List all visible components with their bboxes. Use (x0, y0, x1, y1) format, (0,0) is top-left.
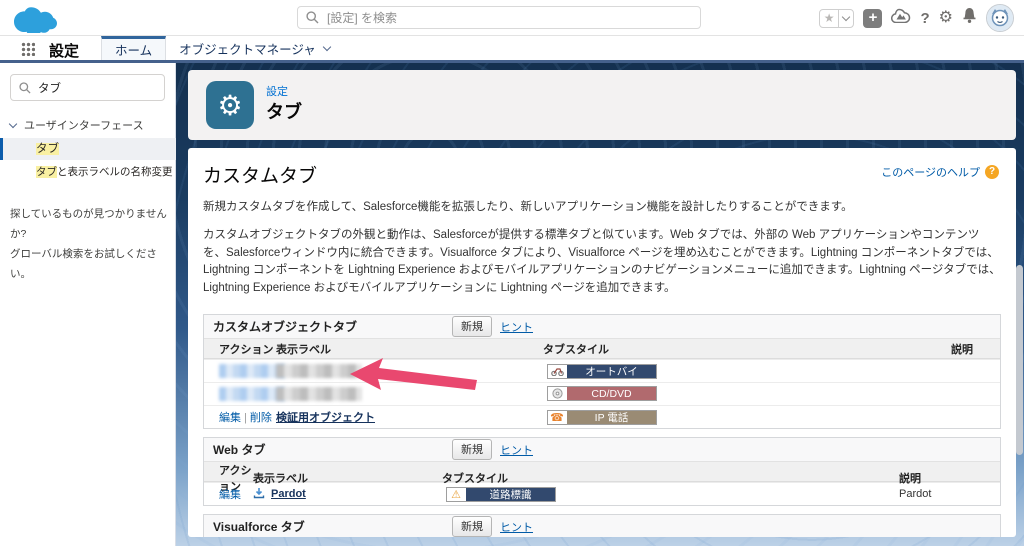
table-row: CD/DVD (204, 382, 1000, 406)
section-title: Visualforce タブ (213, 520, 305, 535)
trailhead-icon[interactable] (891, 8, 911, 28)
sidebar-item-rename-tabs-labels[interactable]: タブと表示ラベルの名称変更 (0, 161, 176, 183)
setup-nav-bar: 設定 ホーム オブジェクトマネージャ (0, 36, 1024, 63)
help-icon[interactable]: ? (920, 10, 929, 27)
user-avatar[interactable] (986, 4, 1014, 32)
intro-paragraph-1: 新規カスタムタブを作成して、Salesforce機能を拡張したり、新しいアプリケ… (203, 201, 853, 213)
annotation-arrow (350, 358, 477, 390)
col-description: 説明 (899, 473, 921, 486)
col-action: アクション (219, 343, 274, 356)
col-tab-style: タブスタイル (543, 343, 609, 356)
app-launcher-icon[interactable] (21, 42, 35, 56)
tab-object-manager-label: オブジェクトマネージャ (179, 42, 316, 57)
chevron-down-icon (322, 42, 332, 51)
cd-disc-icon (548, 387, 567, 401)
global-search-input[interactable] (327, 10, 692, 25)
tab-style-badge: オートバイ (547, 363, 657, 379)
new-button[interactable]: 新規 (452, 516, 492, 537)
tab-label-link[interactable]: Pardot (271, 488, 306, 500)
tab-style-badge: ⚠ 道路標識 (446, 486, 556, 502)
sidebar-section-user-interface[interactable]: ユーザインターフェース (8, 117, 144, 133)
new-button[interactable]: 新規 (452, 439, 492, 461)
tab-home-label: ホーム (115, 44, 153, 58)
setup-sidebar: ユーザインターフェース タブ タブと表示ラベルの名称変更 探しているものが見つか… (0, 63, 176, 546)
favorites-caret[interactable] (838, 9, 853, 27)
sidebar-quick-find (10, 74, 165, 101)
favorites-star-icon[interactable]: ★ (820, 12, 839, 24)
ip-phone-icon: ☎ (548, 410, 567, 424)
custom-tabs-panel: カスタムタブ このページのヘルプ ? 新規カスタムタブを作成して、Salesfo… (188, 148, 1016, 537)
tab-style-badge: ☎ IP 電話 (547, 409, 657, 425)
sidebar-help-text: 探しているものが見つかりませんか? グローバル検索をお試しください。 (10, 208, 167, 280)
sidebar-item-tabs[interactable]: タブ (0, 138, 176, 160)
tab-label-link[interactable]: 検証用オブジェクト (276, 412, 375, 424)
highlighted-text: タブ (36, 143, 59, 155)
col-label: 表示ラベル (253, 473, 308, 486)
edit-link[interactable]: 編集 (219, 412, 241, 424)
quick-find-input[interactable] (38, 81, 138, 94)
col-description: 説明 (951, 343, 973, 356)
chevron-down-icon (8, 119, 18, 128)
tab-home[interactable]: ホーム (101, 36, 167, 60)
tab-style-badge: CD/DVD (547, 386, 657, 402)
new-button[interactable]: 新規 (452, 316, 492, 338)
setup-gear-icon[interactable]: ⚙ (939, 10, 953, 26)
road-sign-icon: ⚠ (447, 487, 466, 501)
col-label: 表示ラベル (276, 343, 331, 356)
quick-add-icon[interactable]: + (863, 8, 883, 28)
section-custom-object-tabs: カスタムオブジェクトタブ 新規 ヒント アクション 表示ラベル タブスタイル 説… (203, 314, 1001, 430)
search-icon (306, 11, 319, 24)
scrollbar-thumb[interactable] (1016, 265, 1023, 455)
hint-link[interactable]: ヒント (500, 319, 533, 335)
page-help-link[interactable]: このページのヘルプ ? (881, 164, 999, 180)
tab-mini-icon (253, 487, 265, 502)
edit-link[interactable]: 編集 (219, 489, 241, 501)
motorcycle-icon (548, 364, 567, 378)
setup-tile-gear-icon: ⚙ (206, 81, 254, 129)
delete-link[interactable]: 削除 (250, 412, 272, 424)
col-tab-style: タブスタイル (442, 473, 508, 486)
favorites-control[interactable]: ★ (818, 8, 855, 28)
global-search (297, 6, 701, 29)
page-title: タブ (266, 102, 302, 122)
intro-paragraph-2: カスタムオブジェクトタブの外観と動作は、Salesforceが提供する標準タブと… (203, 228, 1001, 295)
highlighted-text: タブ (36, 166, 57, 178)
section-title: カスタムオブジェクトタブ (213, 320, 358, 335)
salesforce-logo[interactable] (13, 4, 57, 38)
hint-link[interactable]: ヒント (500, 519, 533, 535)
page-header-card: ⚙ 設定 タブ (188, 70, 1016, 140)
section-title: Web タブ (213, 443, 266, 458)
section-web-tabs: Web タブ 新規 ヒント アクション 表示ラベル タブスタイル 説明 編集 P… (203, 437, 1001, 507)
breadcrumb[interactable]: 設定 (266, 83, 288, 99)
section-visualforce-tabs: Visualforce タブ 新規 ヒント アクション 表示ラベル タブスタイル… (203, 514, 1001, 537)
hint-link[interactable]: ヒント (500, 442, 533, 458)
table-row: オートバイ (204, 359, 1000, 383)
global-header: ★ + ? ⚙ (0, 0, 1024, 38)
help-question-icon: ? (985, 165, 999, 179)
notifications-bell-icon[interactable] (962, 7, 977, 29)
setup-app-label: 設定 (49, 43, 80, 60)
sidebar-section-label: ユーザインターフェース (24, 120, 144, 132)
tab-object-manager[interactable]: オブジェクトマネージャ (166, 36, 343, 60)
table-row: 編集 | 削除 検証用オブジェクト ☎ IP 電話 (204, 405, 1000, 429)
search-icon (19, 81, 31, 94)
